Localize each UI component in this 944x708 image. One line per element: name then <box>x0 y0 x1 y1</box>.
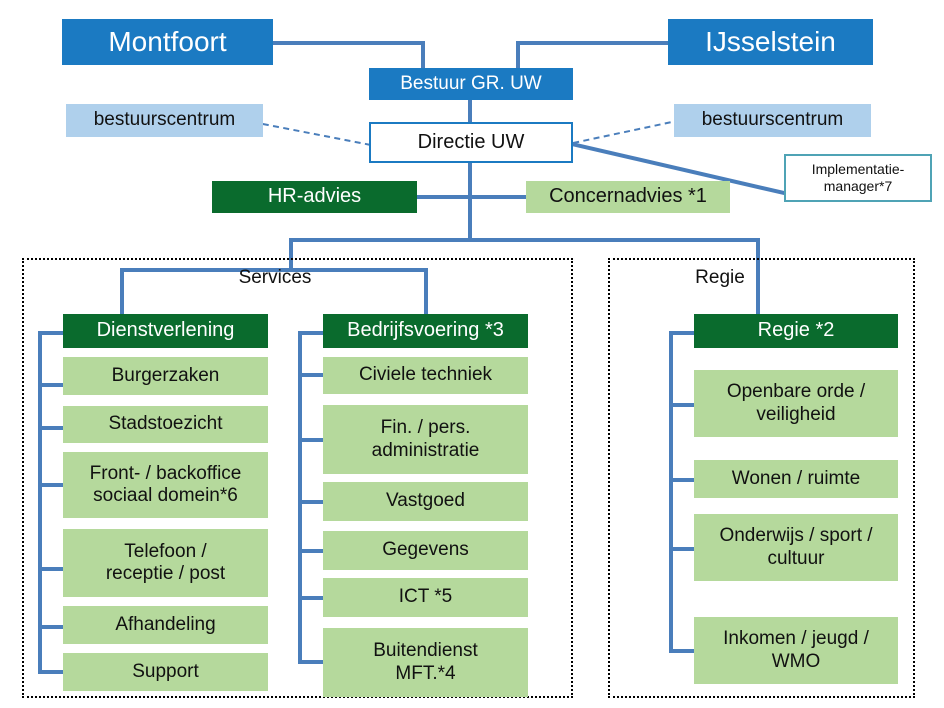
connector-directie-trunk <box>468 163 472 240</box>
org-chart-diagram: Services Regie Montfoort IJsselstein Bes… <box>0 0 944 708</box>
connector-montfoort-bestuur-h <box>273 41 425 45</box>
column-head-dienstverlening[interactable]: Dienstverlening <box>63 314 268 348</box>
connector-bestuur-directie <box>468 100 472 124</box>
node-afhandeling[interactable]: Afhandeling <box>63 606 268 644</box>
dashed-link-bestuurscentrum-left <box>262 123 371 146</box>
node-civiele-techniek[interactable]: Civiele techniek <box>323 357 528 394</box>
connector-concernadvies <box>468 195 527 199</box>
node-bestuurscentrum-right[interactable]: bestuurscentrum <box>674 104 871 137</box>
group-label-regie: Regie <box>695 267 745 288</box>
node-front-backoffice-sociaal-domein[interactable]: Front- / backoffice sociaal domein*6 <box>63 452 268 518</box>
node-stadstoezicht[interactable]: Stadstoezicht <box>63 406 268 443</box>
connector-hradvies <box>417 195 472 199</box>
connector-montfoort-bestuur-v <box>421 41 425 71</box>
node-ijsselstein[interactable]: IJsselstein <box>668 19 873 65</box>
node-burgerzaken[interactable]: Burgerzaken <box>63 357 268 395</box>
node-fin-pers-administratie[interactable]: Fin. / pers. administratie <box>323 405 528 474</box>
connector-group-bar <box>289 238 760 242</box>
node-vastgoed[interactable]: Vastgoed <box>323 482 528 521</box>
node-bestuurscentrum-left[interactable]: bestuurscentrum <box>66 104 263 137</box>
dashed-link-bestuurscentrum-right <box>573 119 682 144</box>
connector-ijsselstein-bestuur-h <box>516 41 668 45</box>
node-implementatiemanager[interactable]: Implementatie- manager*7 <box>784 154 932 202</box>
node-buitendienst-mft[interactable]: Buitendienst MFT.*4 <box>323 628 528 697</box>
node-concernadvies[interactable]: Concernadvies *1 <box>526 181 730 213</box>
group-label-services: Services <box>238 267 312 288</box>
node-openbare-orde-veiligheid[interactable]: Openbare orde / veiligheid <box>694 370 898 437</box>
node-telefoon-receptie-post[interactable]: Telefoon / receptie / post <box>63 529 268 597</box>
node-directie-uw[interactable]: Directie UW <box>369 122 573 163</box>
node-montfoort[interactable]: Montfoort <box>62 19 273 65</box>
node-onderwijs-sport-cultuur[interactable]: Onderwijs / sport / cultuur <box>694 514 898 581</box>
node-ict[interactable]: ICT *5 <box>323 578 528 617</box>
node-bestuur-gr-uw[interactable]: Bestuur GR. UW <box>369 68 573 100</box>
node-hr-advies[interactable]: HR-advies <box>212 181 417 213</box>
column-head-bedrijfsvoering[interactable]: Bedrijfsvoering *3 <box>323 314 528 348</box>
node-gegevens[interactable]: Gegevens <box>323 531 528 570</box>
node-support[interactable]: Support <box>63 653 268 691</box>
column-head-regie[interactable]: Regie *2 <box>694 314 898 348</box>
node-inkomen-jeugd-wmo[interactable]: Inkomen / jeugd / WMO <box>694 617 898 684</box>
connector-ijsselstein-bestuur-v <box>516 41 520 71</box>
node-wonen-ruimte[interactable]: Wonen / ruimte <box>694 460 898 498</box>
